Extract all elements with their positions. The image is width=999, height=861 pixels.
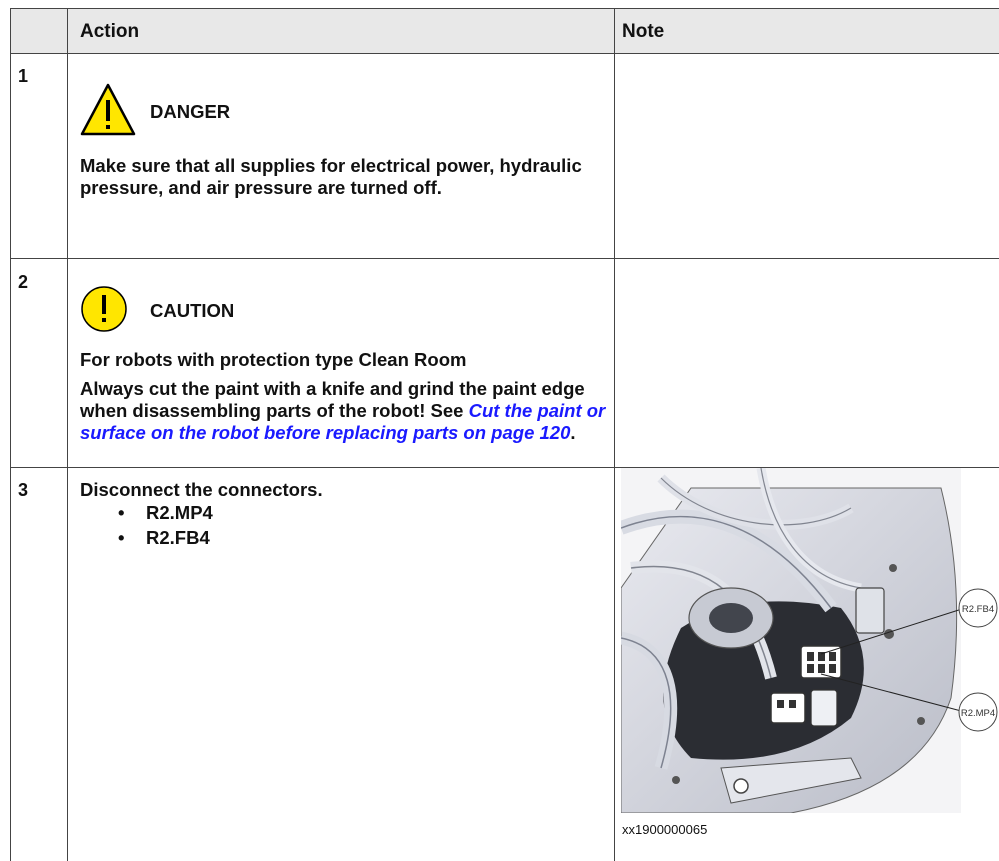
column-divider: [614, 8, 615, 861]
step-number: 3: [18, 480, 29, 500]
callout-mp4: R2.MP4: [961, 708, 995, 719]
figure-caption: xx1900000065: [622, 822, 708, 837]
connector-figure: R2.FB4 R2.MP4: [621, 468, 998, 813]
step-number: 1: [18, 66, 29, 86]
caution-label: CAUTION: [150, 300, 235, 321]
bullet-icon: •: [118, 502, 125, 523]
table-left-border: [10, 8, 11, 861]
step-number: 2: [18, 272, 29, 292]
step-2-text-after-link: .: [570, 422, 576, 443]
clean-room-heading: For robots with protection type Clean Ro…: [80, 349, 467, 370]
table-header-row: [10, 8, 999, 53]
connector-fb4: R2.FB4: [146, 527, 210, 548]
danger-label: DANGER: [150, 101, 231, 122]
row-divider: [10, 258, 999, 259]
callout-fb4: R2.FB4: [962, 604, 994, 615]
list-item: • R2.MP4: [118, 502, 213, 524]
header-action: Action: [80, 21, 140, 42]
connector-mp4: R2.MP4: [146, 502, 213, 523]
bullet-icon: •: [118, 527, 125, 548]
step-1-text: Make sure that all supplies for electric…: [80, 155, 582, 198]
caution-icon: [81, 286, 127, 332]
table-header-border: [10, 53, 999, 54]
header-note: Note: [622, 21, 665, 42]
list-item: • R2.FB4: [118, 527, 210, 549]
danger-warning-icon: [80, 83, 136, 136]
step-2-text: Always cut the paint with a knife and gr…: [80, 378, 610, 444]
step-3-text: Disconnect the connectors.: [80, 479, 323, 500]
table-top-border: [10, 8, 999, 9]
column-divider: [67, 8, 68, 861]
